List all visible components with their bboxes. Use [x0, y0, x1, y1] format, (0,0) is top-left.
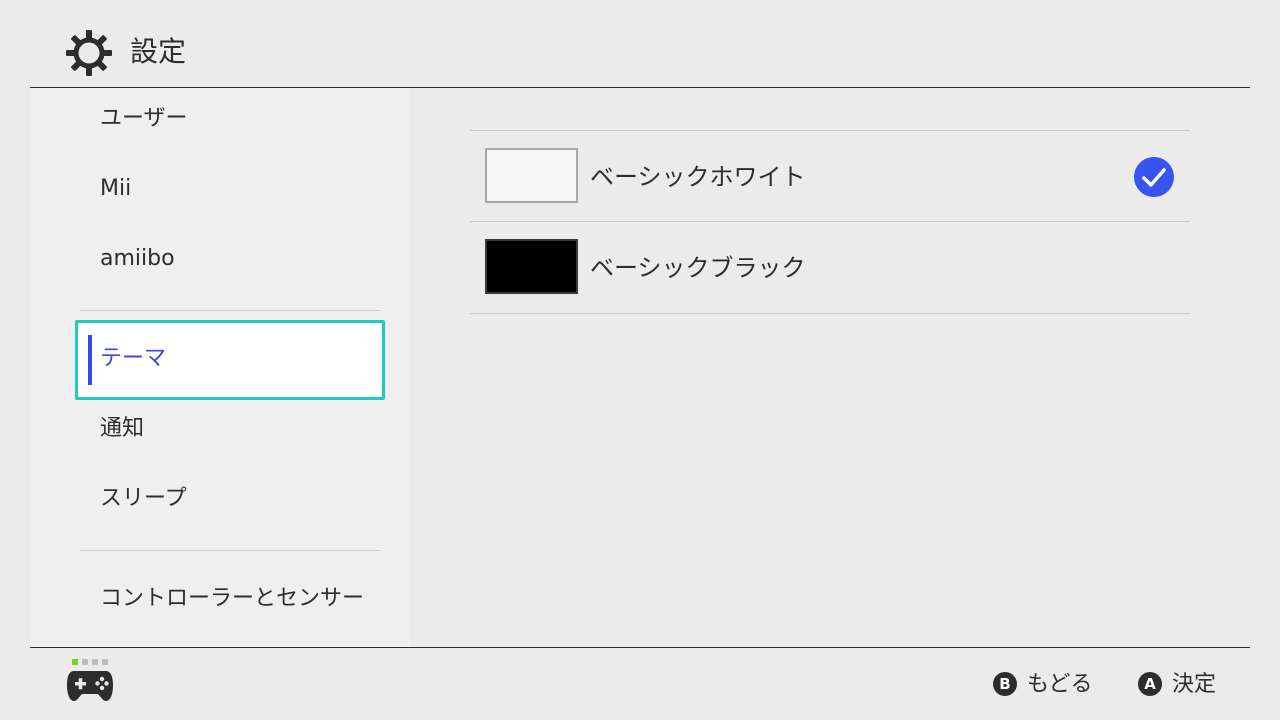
- theme-option-white[interactable]: ベーシックホワイト: [470, 131, 1190, 221]
- back-label: もどる: [1027, 672, 1093, 697]
- confirm-label: 決定: [1172, 672, 1217, 697]
- back-hint[interactable]: B もどる: [993, 670, 1103, 700]
- b-button-icon: B: [993, 672, 1017, 696]
- theme-swatch-black: [485, 239, 578, 294]
- theme-option-black[interactable]: ベーシックブラック: [470, 222, 1190, 312]
- sidebar-item-amiibo[interactable]: amiibo: [100, 244, 175, 274]
- sidebar-item-mii[interactable]: Mii: [100, 174, 131, 204]
- controller-icon: [67, 671, 113, 701]
- header: 設定: [0, 0, 1280, 88]
- page-title: 設定: [130, 35, 187, 68]
- sidebar-item-user[interactable]: ユーザー: [100, 104, 188, 134]
- sidebar-item-sleep[interactable]: スリープ: [100, 484, 187, 514]
- row-divider: [470, 313, 1190, 314]
- checkmark-icon: [1134, 157, 1174, 197]
- a-button-icon: A: [1138, 672, 1162, 696]
- selection-marker: [88, 335, 92, 385]
- theme-label: ベーシックホワイト: [590, 163, 806, 191]
- sidebar-divider: [80, 550, 380, 551]
- sidebar-item-label: テーマ: [100, 346, 167, 371]
- footer-divider: [30, 647, 1250, 648]
- sidebar-item-theme[interactable]: テーマ: [75, 320, 385, 400]
- sidebar: ユーザー Mii amiibo テーマ 通知 スリープ コントローラーとセンサー: [30, 88, 410, 647]
- theme-swatch-white: [485, 148, 578, 203]
- gear-icon: [66, 30, 112, 76]
- confirm-hint[interactable]: A 決定: [1138, 670, 1228, 700]
- sidebar-item-notifications[interactable]: 通知: [100, 414, 144, 444]
- theme-label: ベーシックブラック: [590, 254, 806, 282]
- sidebar-item-controllers[interactable]: コントローラーとセンサー: [100, 584, 364, 614]
- sidebar-divider: [80, 310, 380, 311]
